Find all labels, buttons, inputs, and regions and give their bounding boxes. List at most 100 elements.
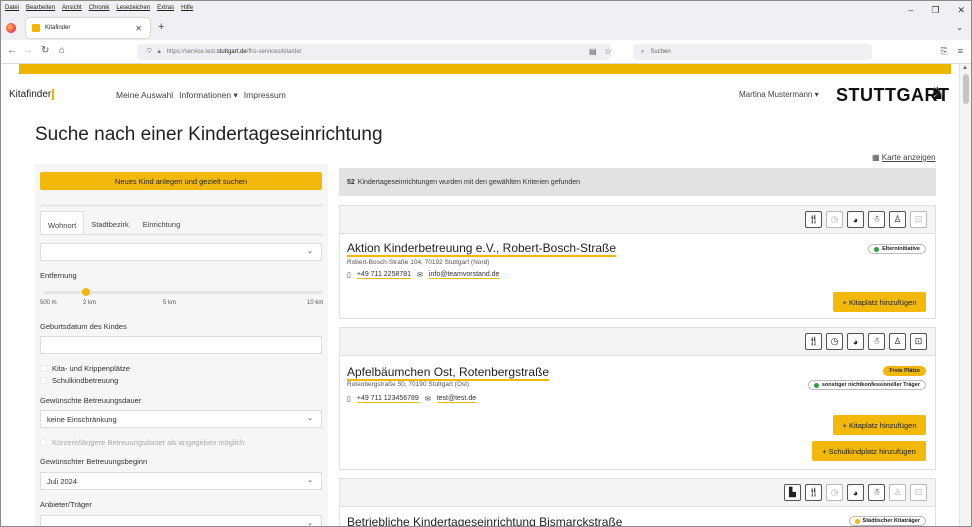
tab-wohnort[interactable]: Wohnort xyxy=(40,211,85,234)
reload-icon[interactable]: ↻ xyxy=(41,45,49,56)
birthdate-input[interactable] xyxy=(40,336,322,354)
child-icon[interactable]: ♙ xyxy=(889,333,906,350)
reader-view-icon[interactable]: ▤ xyxy=(589,47,597,56)
scrollbar-thumb[interactable] xyxy=(963,74,969,104)
home-icon[interactable]: ⌂ xyxy=(59,45,65,56)
facility-name[interactable]: Apfelbäumchen Ost, Rotenbergstraße xyxy=(347,366,550,381)
facility-name[interactable]: Betriebliche Kindertageseinrichtung Bism… xyxy=(347,516,622,527)
brand[interactable]: Kitafinder xyxy=(9,89,55,100)
meals-icon[interactable]: 🍴︎ xyxy=(805,484,822,501)
search-input[interactable]: ⌕ Suchen xyxy=(633,44,872,60)
nav-impressum[interactable]: Impressum xyxy=(244,90,286,101)
feature-icons: 🍴︎ ◷ ◕ ☃ ♙ ⊡ xyxy=(805,333,927,350)
user-menu[interactable]: Martina Mustermann ▾ xyxy=(739,90,819,99)
distance-slider-handle[interactable] xyxy=(82,288,90,296)
checkbox-school[interactable]: Schulkindbetreuung xyxy=(40,376,118,385)
nav-meine-auswahl[interactable]: Meine Auswahl xyxy=(116,90,173,101)
add-kitaplatz-button[interactable]: + Kitaplatz hinzufügen xyxy=(833,415,926,435)
child-icon[interactable]: ♙ xyxy=(889,211,906,228)
company-icon[interactable]: ▙ xyxy=(784,484,801,501)
mail-icon: ✉ xyxy=(424,396,431,403)
clock-icon[interactable]: ◷ xyxy=(826,484,843,501)
search-icon: ⌕ xyxy=(641,48,645,55)
checkbox-icon[interactable] xyxy=(40,377,47,384)
full-day-icon[interactable]: ◕ xyxy=(847,484,864,501)
phone-link[interactable]: +49 711 123456789 xyxy=(356,395,419,403)
forward-icon[interactable]: → xyxy=(23,45,33,56)
provider-label: Anbieter/Träger xyxy=(40,500,92,509)
phone-icon: ▯ xyxy=(347,396,351,403)
back-icon[interactable]: ← xyxy=(7,45,17,56)
teacher-icon[interactable]: ⊡ xyxy=(910,211,927,228)
tab-kitafinder[interactable]: Kitafinder ✕ xyxy=(26,18,150,38)
clock-icon[interactable]: ◷ xyxy=(826,211,843,228)
lock-icon: 🔒︎ xyxy=(157,48,161,55)
menu-lesezeichen[interactable]: Lesezeichen xyxy=(116,5,150,11)
show-map-link[interactable]: ▦ Karte anzeigen xyxy=(872,153,936,162)
menu-bar: Datei Bearbeiten Ansicht Chronik Lesezei… xyxy=(1,1,971,15)
tick-label: 10 km xyxy=(307,300,324,306)
tab-bar: Kitafinder ✕ + ⌄ xyxy=(1,15,971,40)
menu-bearbeiten[interactable]: Bearbeiten xyxy=(26,5,55,11)
full-day-icon[interactable]: ◕ xyxy=(847,333,864,350)
birthdate-label: Geburtsdatum des Kindes xyxy=(40,322,127,331)
start-select[interactable]: Juli 2024 ⌄ xyxy=(40,472,322,490)
checkbox-icon[interactable] xyxy=(40,365,47,372)
facility-contact: ▯ +49 711 123456789 ✉ test@test.de xyxy=(347,395,477,403)
full-day-icon[interactable]: ◕ xyxy=(847,211,864,228)
new-child-button[interactable]: Neues Kind anlegen und gezielt suchen xyxy=(40,172,322,190)
baby-icon[interactable]: ☃ xyxy=(868,211,885,228)
tab-einrichtung[interactable]: Einrichtung xyxy=(136,211,188,234)
tab-list-chevron-icon[interactable]: ⌄ xyxy=(956,23,963,32)
navigation-bar: ← → ↻ ⌂ ⛉ 🔒︎ https://service.test.stuttg… xyxy=(1,40,971,64)
divider xyxy=(41,205,322,206)
app-menu-icon[interactable]: ≡ xyxy=(958,46,963,57)
add-kitaplatz-button[interactable]: + Kitaplatz hinzufügen xyxy=(833,292,926,312)
baby-icon[interactable]: ☃ xyxy=(868,484,885,501)
browser-window: Datei Bearbeiten Ansicht Chronik Lesezei… xyxy=(0,0,972,527)
tab-close-icon[interactable]: ✕ xyxy=(135,24,142,33)
page-title: Suche nach einer Kindertageseinrichtung xyxy=(35,124,383,145)
baby-icon[interactable]: ☃ xyxy=(868,333,885,350)
nav-informationen[interactable]: Informationen ▾ xyxy=(179,90,238,101)
menu-ansicht[interactable]: Ansicht xyxy=(62,5,82,11)
add-schulkindplatz-button[interactable]: + Schulkindplatz hinzufügen xyxy=(812,441,926,461)
teacher-icon[interactable]: ⊡ xyxy=(910,333,927,350)
email-link[interactable]: info@teamvorstand.de xyxy=(428,271,500,279)
free-places-badge: Freie Plätze xyxy=(883,366,926,376)
bookmark-star-icon[interactable]: ☆ xyxy=(605,47,612,56)
scroll-up-icon[interactable]: ▲ xyxy=(962,65,968,71)
facility-address: Robert-Bosch-Straße 104, 70192 Stuttgart… xyxy=(347,259,490,266)
checkbox-icon[interactable] xyxy=(40,439,47,446)
clock-icon[interactable]: ◷ xyxy=(826,333,843,350)
child-icon[interactable]: ♙ xyxy=(889,484,906,501)
page-scrollbar[interactable]: ▲ xyxy=(959,64,971,526)
menu-extras[interactable]: Extras xyxy=(157,5,174,11)
tab-stadtbezirk[interactable]: Stadtbezirk xyxy=(84,211,136,234)
meals-icon[interactable]: 🍴︎ xyxy=(805,333,822,350)
checkbox-kita[interactable]: Kita- und Krippenplätze xyxy=(40,364,130,373)
teacher-icon[interactable]: ⊡ xyxy=(910,484,927,501)
email-link[interactable]: test@test.de xyxy=(436,395,477,403)
status-dot xyxy=(874,246,880,252)
results-count: 52 xyxy=(347,178,355,186)
checkbox-duration[interactable]: Kürzere/längere Betreuungsdauer als ange… xyxy=(40,438,244,447)
new-tab-icon[interactable]: + xyxy=(158,21,164,33)
feature-icons: 🍴︎ ◷ ◕ ☃ ♙ ⊡ xyxy=(805,211,927,228)
status-dot xyxy=(854,518,860,524)
menu-hilfe[interactable]: Hilfe xyxy=(181,5,193,11)
facility-card: ▙ 🍴︎ ◷ ◕ ☃ ♙ ⊡ Betriebliche Kindertagese… xyxy=(339,478,936,527)
stuttgart-horse-icon: ♞ xyxy=(930,84,946,103)
meals-icon[interactable]: 🍴︎ xyxy=(805,211,822,228)
phone-link[interactable]: +49 711 2258781 xyxy=(356,271,412,279)
provider-badge: Städtischer Kitaträger xyxy=(848,516,926,526)
url-bar[interactable]: ⛉ 🔒︎ https://service.test.stuttgart.de/f… xyxy=(137,44,611,60)
menu-chronik[interactable]: Chronik xyxy=(89,5,110,11)
menu-datei[interactable]: Datei xyxy=(5,5,19,11)
duration-select[interactable]: keine Einschränkung ⌄ xyxy=(40,410,322,428)
extensions-icon[interactable]: ⎘ xyxy=(941,46,948,57)
address-select[interactable]: ⌄ xyxy=(40,243,322,261)
provider-select[interactable]: ⌄ xyxy=(40,515,322,526)
top-accent-bar xyxy=(19,64,951,74)
facility-name[interactable]: Aktion Kinderbetreuung e.V., Robert-Bosc… xyxy=(347,242,617,257)
